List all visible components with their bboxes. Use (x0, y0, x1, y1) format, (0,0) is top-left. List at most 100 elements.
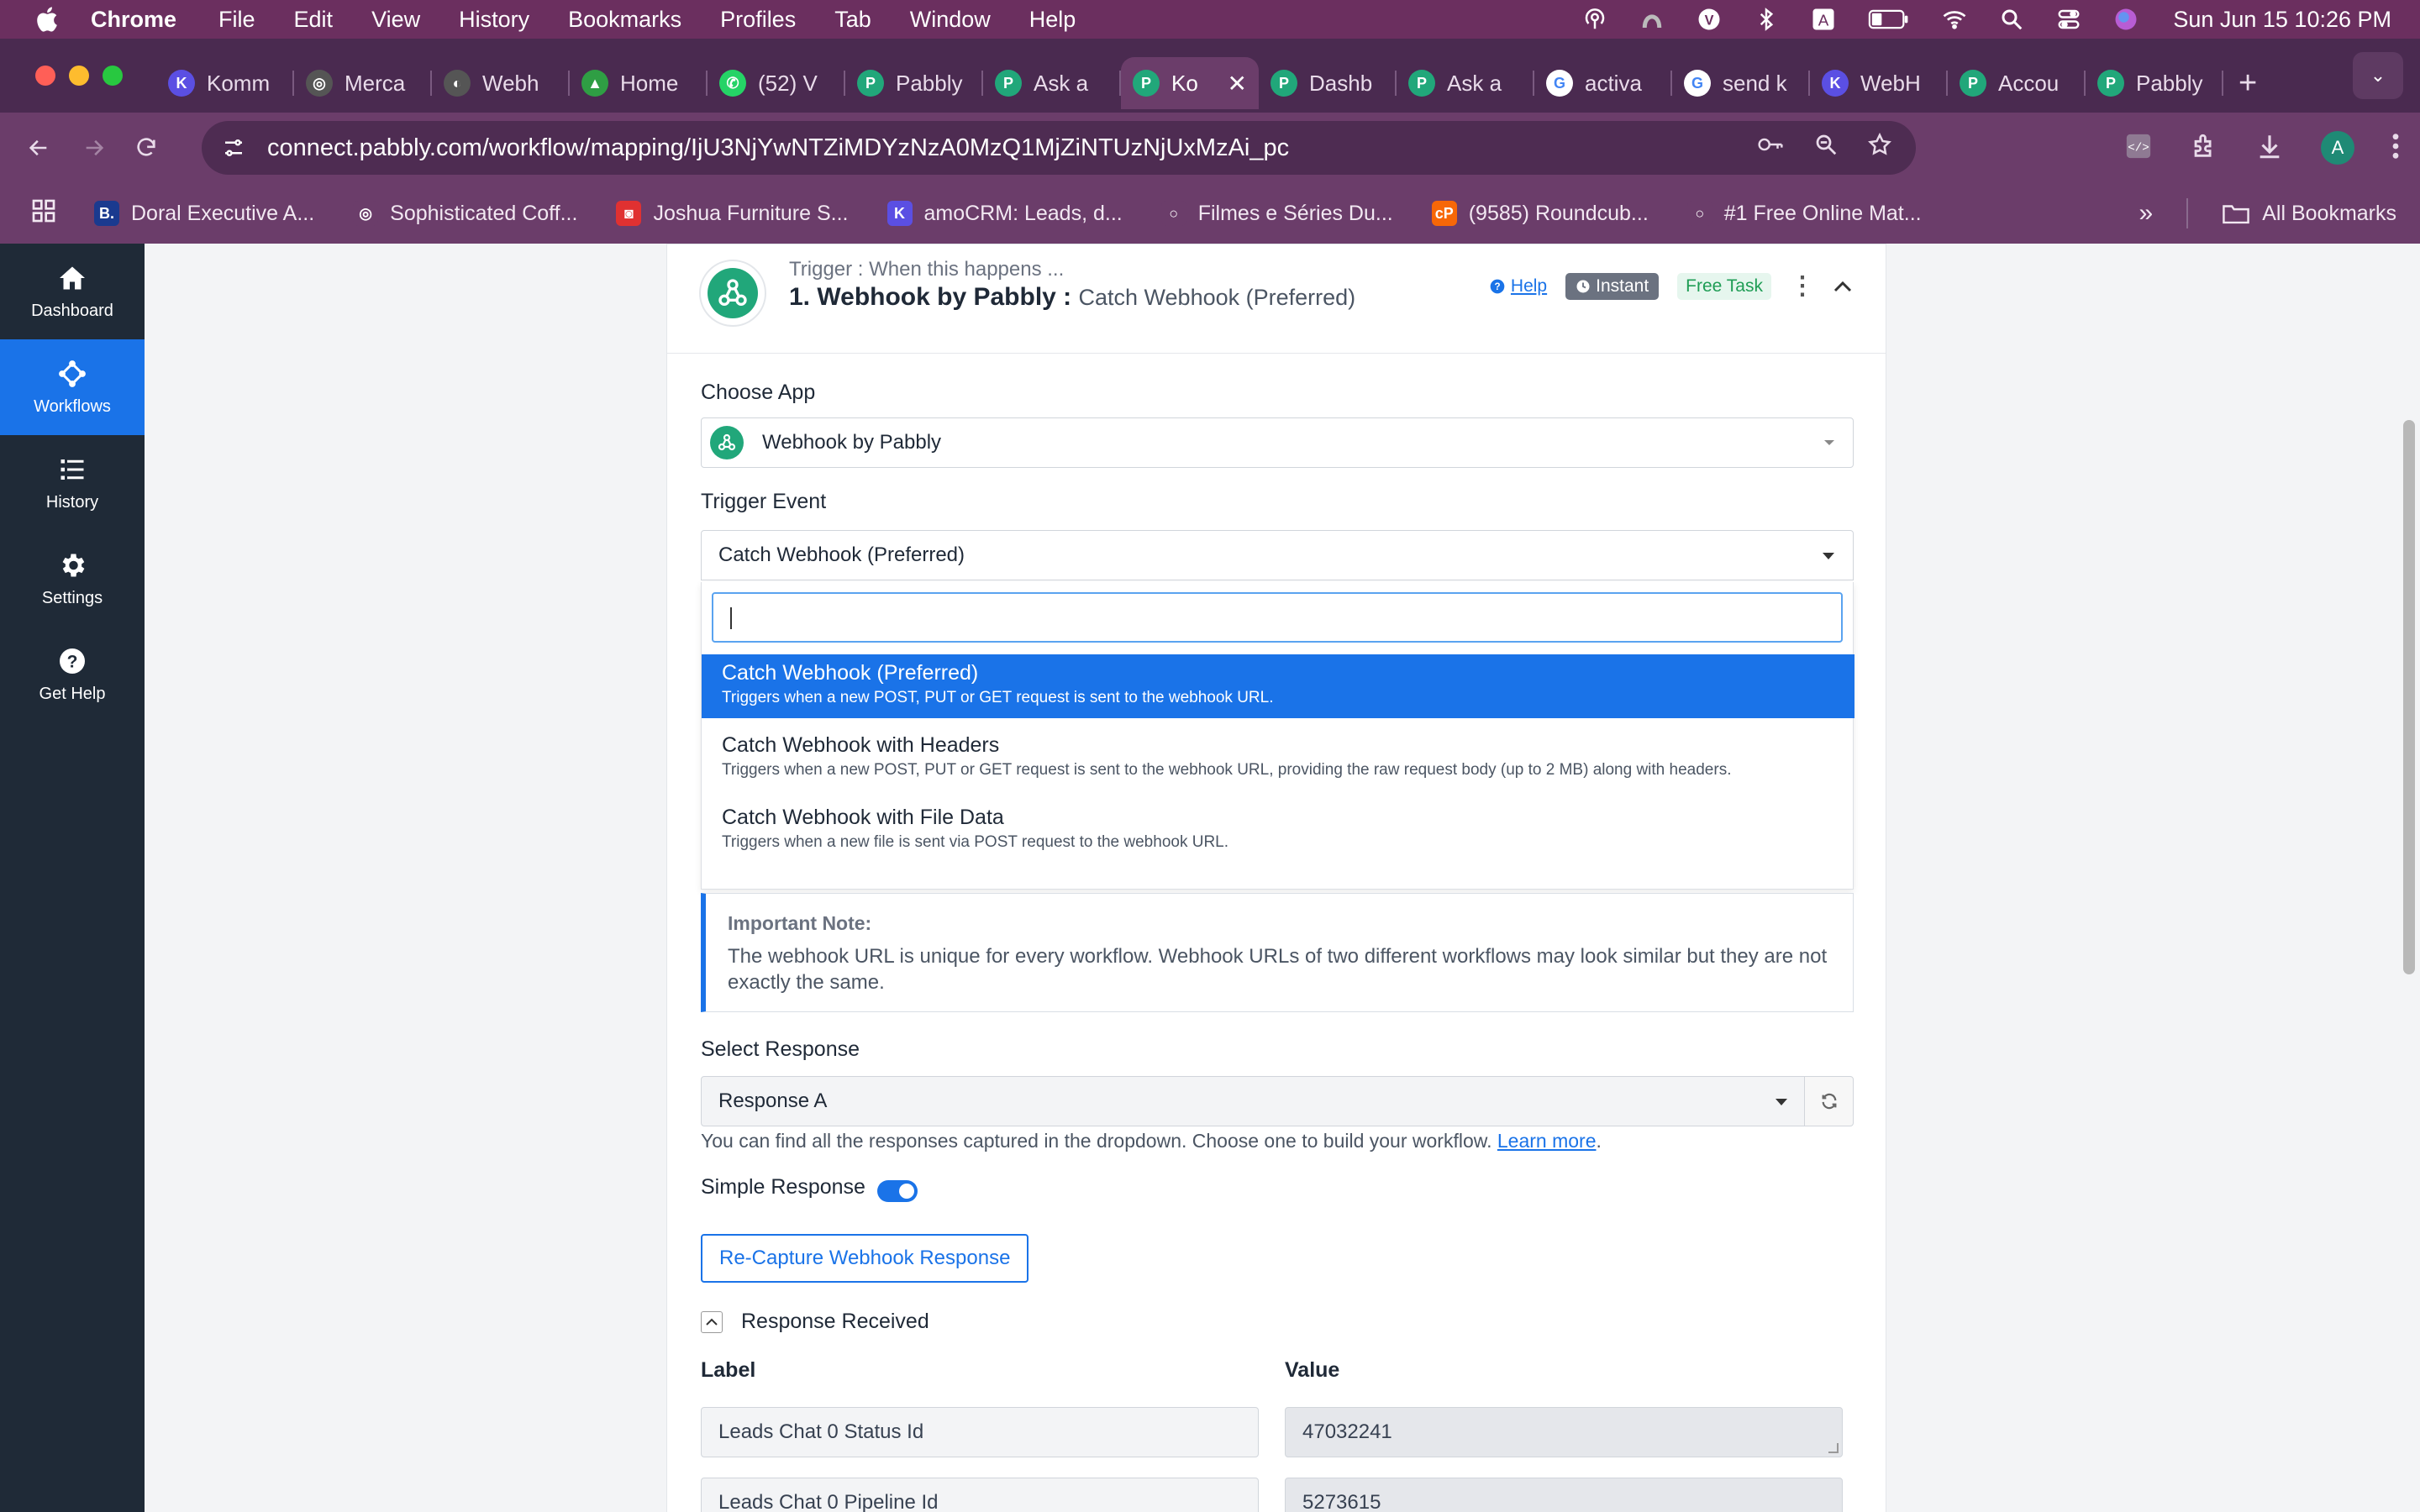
menu-view[interactable]: View (371, 7, 420, 33)
podcast-icon[interactable] (1581, 6, 1608, 33)
sidebar-item-workflows[interactable]: Workflows (0, 339, 145, 435)
shop-icon: ◙ (616, 201, 642, 226)
back-button[interactable] (20, 129, 57, 166)
control-center-icon[interactable] (2055, 6, 2082, 33)
response-hint: You can find all the responses captured … (701, 1130, 1602, 1152)
zoom-window-button[interactable] (103, 66, 123, 86)
browser-tab[interactable]: P Dashb (1259, 57, 1397, 109)
page-scrollbar[interactable] (2398, 244, 2420, 1512)
browser-tab[interactable]: P Ask a (983, 57, 1121, 109)
wifi-icon[interactable] (1941, 6, 1968, 33)
forward-button[interactable] (76, 129, 113, 166)
response-received-toggle[interactable] (701, 1311, 723, 1333)
bluetooth-icon[interactable] (1753, 6, 1780, 33)
siri-icon[interactable] (2112, 6, 2139, 33)
pabbly-icon: P (995, 70, 1022, 97)
close-window-button[interactable] (35, 66, 55, 86)
browser-tab[interactable]: ▲ Home (570, 57, 708, 109)
apps-grid-icon[interactable] (30, 197, 57, 230)
svg-text:</>: </> (2128, 141, 2149, 155)
menu-history[interactable]: History (459, 7, 529, 33)
reload-button[interactable] (128, 129, 165, 166)
menu-profiles[interactable]: Profiles (720, 7, 796, 33)
new-tab-button[interactable]: + (2238, 66, 2257, 102)
bookmark-item[interactable]: B. Doral Executive A... (94, 201, 314, 226)
dropdown-option-catch-webhook-headers[interactable]: Catch Webhook with Headers Triggers when… (702, 727, 1854, 790)
menu-clock[interactable]: Sun Jun 15 10:26 PM (2173, 7, 2391, 33)
browser-tab[interactable]: P Pabbly (845, 57, 983, 109)
collapse-step-icon[interactable] (1833, 273, 1852, 299)
bookmarks-overflow-icon[interactable]: » (2139, 199, 2154, 228)
browser-tab[interactable]: K WebH (1810, 57, 1948, 109)
tab-title: (52) V (758, 70, 818, 96)
browser-tab[interactable]: P Ko ✕ (1121, 57, 1259, 109)
menu-app-name[interactable]: Chrome (91, 7, 176, 33)
battery-icon[interactable] (1867, 6, 1911, 33)
bookmark-item[interactable]: cP (9585) Roundcub... (1431, 201, 1649, 226)
simple-response-toggle[interactable] (877, 1180, 918, 1202)
download-icon[interactable] (2255, 132, 2284, 165)
browser-tab[interactable]: ◎ Merca (294, 57, 432, 109)
dropdown-option-catch-webhook[interactable]: Catch Webhook (Preferred) Triggers when … (702, 654, 1854, 718)
bookmark-item[interactable]: ○ Filmes e Séries Du... (1160, 201, 1393, 226)
url-text[interactable]: connect.pabbly.com/workflow/mapping/IjU3… (267, 134, 1289, 162)
bookmark-item[interactable]: ○ #1 Free Online Mat... (1686, 201, 1922, 226)
browser-tab[interactable]: P Pabbly (2086, 57, 2223, 109)
more-menu-icon[interactable] (2391, 132, 2400, 165)
refresh-responses-button[interactable] (1804, 1076, 1854, 1126)
menu-file[interactable]: File (218, 7, 255, 33)
choose-app-select[interactable]: Webhook by Pabbly (701, 417, 1854, 468)
bookmark-item[interactable]: ◎ Sophisticated Coff... (353, 201, 577, 226)
response-row-value[interactable]: 5273615 (1285, 1478, 1843, 1512)
menu-window[interactable]: Window (910, 7, 991, 33)
recapture-webhook-button[interactable]: Re-Capture Webhook Response (701, 1234, 1029, 1283)
menu-help[interactable]: Help (1029, 7, 1076, 33)
text-input-icon[interactable]: A (1810, 6, 1837, 33)
sidebar-item-get-help[interactable]: ? Get Help (0, 627, 145, 722)
instant-label: Instant (1596, 276, 1649, 296)
minimize-window-button[interactable] (69, 66, 89, 86)
dropdown-search-input[interactable] (712, 592, 1843, 643)
browser-tab[interactable]: Gactiva (1534, 57, 1672, 109)
bookmark-star-icon[interactable] (1867, 132, 1892, 164)
address-bar[interactable]: connect.pabbly.com/workflow/mapping/IjU3… (202, 121, 1916, 175)
vpn-icon[interactable]: V (1696, 6, 1723, 33)
password-key-icon[interactable] (1756, 132, 1785, 164)
profile-avatar[interactable]: A (2321, 131, 2354, 165)
help-link[interactable]: ? Help (1489, 276, 1547, 297)
browser-tab[interactable]: K Komm (156, 57, 294, 109)
globe-icon: ○ (1686, 201, 1712, 226)
browser-tab[interactable]: ✆ (52) V (708, 57, 845, 109)
menu-edit[interactable]: Edit (294, 7, 334, 33)
site-settings-icon[interactable] (217, 131, 250, 165)
dropdown-option-catch-webhook-file[interactable]: Catch Webhook with File Data Triggers wh… (702, 799, 1854, 863)
apple-icon[interactable] (34, 5, 59, 34)
zoom-icon[interactable] (1813, 132, 1839, 164)
all-bookmarks-button[interactable]: All Bookmarks (2222, 201, 2396, 226)
trigger-event-select[interactable]: Catch Webhook (Preferred) (701, 530, 1854, 580)
browser-tab[interactable]: ◐ Webh (432, 57, 570, 109)
extensions-puzzle-icon[interactable] (2190, 132, 2218, 165)
bookmark-item[interactable]: KamoCRM: Leads, d... (886, 201, 1123, 226)
browser-tab[interactable]: P Ask a (1397, 57, 1534, 109)
learn-more-link[interactable]: Learn more (1497, 1130, 1597, 1152)
bookmark-item[interactable]: ◙ Joshua Furniture S... (616, 201, 849, 226)
menu-bookmarks[interactable]: Bookmarks (568, 7, 681, 33)
search-icon[interactable] (1998, 6, 2025, 33)
step-more-options-icon[interactable]: ⋮ (1790, 271, 1815, 301)
close-tab-icon[interactable]: ✕ (1228, 70, 1247, 97)
scrollbar-thumb[interactable] (2403, 420, 2415, 974)
arc-icon[interactable] (1639, 6, 1665, 33)
response-row-value[interactable]: 47032241 (1285, 1407, 1843, 1457)
resize-grip-icon[interactable] (1828, 1443, 1839, 1453)
browser-tab[interactable]: P Accou (1948, 57, 2086, 109)
sidebar-item-dashboard[interactable]: Dashboard (0, 244, 145, 339)
select-response-dropdown[interactable]: Response A (701, 1076, 1805, 1126)
sidebar-item-settings[interactable]: Settings (0, 531, 145, 627)
browser-tab[interactable]: Gsend k (1672, 57, 1810, 109)
menu-tab[interactable]: Tab (834, 7, 871, 33)
extension-devtools-icon[interactable]: </> (2124, 132, 2153, 165)
sidebar-item-history[interactable]: History (0, 435, 145, 531)
tab-search-button[interactable]: ⌄ (2353, 52, 2403, 99)
trigger-step-header[interactable]: Trigger : When this happens ... 1. Webho… (667, 244, 1886, 354)
